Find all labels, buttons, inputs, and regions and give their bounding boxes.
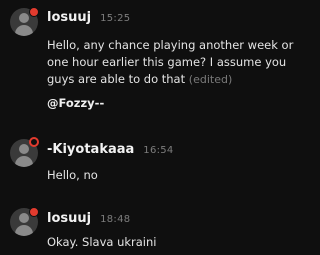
- status-badge: [29, 207, 39, 217]
- user-icon: [19, 213, 29, 223]
- author-name[interactable]: losuuj: [47, 10, 91, 25]
- user-mention[interactable]: @Fozzy--: [47, 96, 104, 110]
- message-text: Hello, any chance playing another week o…: [47, 37, 309, 88]
- status-badge: [29, 7, 39, 17]
- user-icon: [19, 13, 29, 23]
- message-text: Okay. Slava ukraini: [47, 235, 157, 249]
- message-author[interactable]: -Kiyotakaaa 16:54: [47, 142, 174, 157]
- author-name[interactable]: losuuj: [47, 211, 91, 226]
- message-author[interactable]: losuuj 15:25: [47, 10, 130, 25]
- message-timestamp: 18:48: [100, 214, 131, 225]
- message-author[interactable]: losuuj 18:48: [47, 211, 130, 226]
- message-timestamp: 15:25: [100, 13, 131, 24]
- author-name[interactable]: -Kiyotakaaa: [47, 142, 134, 157]
- message-text: Hello, no: [47, 168, 98, 182]
- message-timestamp: 16:54: [143, 145, 174, 156]
- user-icon: [19, 144, 29, 154]
- message-body: Hello, any chance playing another week o…: [47, 38, 294, 86]
- status-badge: [29, 137, 39, 147]
- edited-label: (edited): [188, 73, 233, 86]
